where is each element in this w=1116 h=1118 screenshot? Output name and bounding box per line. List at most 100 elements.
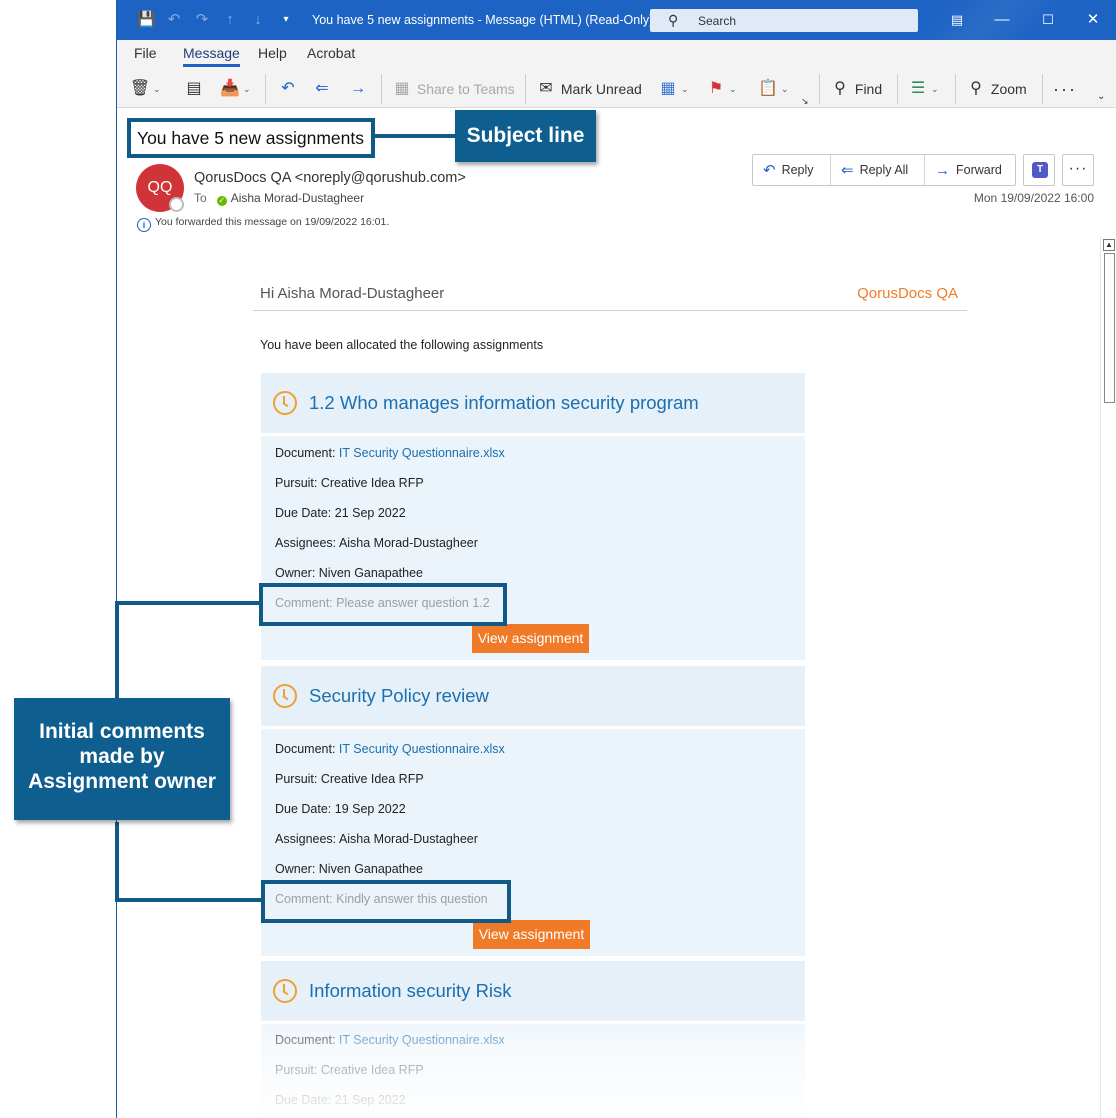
ribbon-display-options-icon[interactable]: ▤ bbox=[947, 10, 967, 30]
previous-item-icon[interactable]: ↑ bbox=[221, 11, 239, 29]
minimize-icon[interactable]: — bbox=[992, 10, 1012, 30]
next-item-icon[interactable]: ↓ bbox=[249, 11, 267, 29]
document-link[interactable]: IT Security Questionnaire.xlsx bbox=[339, 446, 505, 460]
subject-connector-line bbox=[375, 134, 455, 138]
to-label: To bbox=[194, 191, 207, 205]
scroll-thumb[interactable] bbox=[1104, 253, 1115, 403]
comment-connector-top bbox=[115, 601, 259, 605]
forward-info-bar: i You forwarded this message on 19/09/202… bbox=[137, 216, 389, 232]
due-date-label: Due Date: bbox=[275, 802, 335, 816]
tab-acrobat[interactable]: Acrobat bbox=[307, 45, 355, 61]
maximize-icon[interactable]: ☐ bbox=[1038, 10, 1058, 30]
tags-button[interactable]: 📋 ⌄ bbox=[757, 78, 789, 100]
search-box[interactable]: ⚲ Search bbox=[650, 9, 918, 32]
document-field: Document: IT Security Questionnaire.xlsx bbox=[275, 1033, 505, 1047]
reply-ribbon-button[interactable]: ↶ bbox=[277, 78, 299, 100]
ribbon-divider bbox=[955, 74, 956, 104]
document-link[interactable]: IT Security Questionnaire.xlsx bbox=[339, 1033, 505, 1047]
categorize-button[interactable]: ▦ ⌄ bbox=[657, 78, 688, 100]
view-assignment-button[interactable]: View assignment bbox=[473, 920, 590, 949]
owner-label: Owner: bbox=[275, 566, 319, 580]
move-button[interactable]: 📥 ⌄ bbox=[219, 78, 251, 100]
callout-line-1: Initial comments bbox=[39, 720, 205, 743]
share-to-teams-button[interactable]: ▦ Share to Teams bbox=[391, 78, 515, 100]
mark-unread-button[interactable]: ✉ Mark Unread bbox=[535, 78, 642, 100]
collapse-ribbon-icon[interactable]: ⌄ bbox=[1097, 86, 1105, 108]
message-scrollbar[interactable]: ▲ bbox=[1100, 237, 1116, 1118]
reply-button[interactable]: ↶ Reply bbox=[763, 155, 814, 185]
archive-icon: ▤ bbox=[186, 80, 202, 97]
archive-button[interactable]: ▤ bbox=[183, 78, 205, 100]
undo-icon[interactable]: ↶ bbox=[165, 11, 183, 29]
greeting-divider bbox=[253, 310, 967, 311]
delete-button[interactable]: 🗑 ⌄ bbox=[129, 78, 161, 100]
outlook-message-window: 💾 ↶ ↷ ↑ ↓ ▾ You have 5 new assignments -… bbox=[116, 0, 1116, 1118]
document-field: Document: IT Security Questionnaire.xlsx bbox=[275, 742, 505, 756]
recipient-name[interactable]: Aisha Morad-Dustagheer bbox=[231, 191, 364, 205]
reply-all-icon: ⇐ bbox=[315, 80, 329, 97]
reply-all-ribbon-button[interactable]: ⇐ bbox=[311, 78, 333, 100]
clock-icon bbox=[273, 979, 297, 1003]
document-label: Document: bbox=[275, 446, 339, 460]
ribbon-divider bbox=[265, 74, 266, 104]
trash-icon: 🗑 bbox=[129, 80, 151, 97]
assignment-header: Security Policy review bbox=[261, 666, 805, 726]
forward-icon: → bbox=[935, 162, 950, 179]
redo-icon[interactable]: ↷ bbox=[193, 11, 211, 29]
tags-icon: 📋 bbox=[758, 80, 778, 97]
ribbon-divider bbox=[1042, 74, 1043, 104]
view-assignment-button[interactable]: View assignment bbox=[472, 624, 589, 653]
tab-file[interactable]: File bbox=[134, 45, 157, 61]
pursuit-value: Creative Idea RFP bbox=[320, 1063, 424, 1077]
presence-unknown-icon bbox=[169, 197, 184, 212]
close-icon[interactable]: ✕ bbox=[1083, 10, 1103, 30]
share-to-teams-label: Share to Teams bbox=[416, 81, 515, 97]
ribbon: 🗑 ⌄ ▤ 📥 ⌄ ↶ ⇐ → ▦ Share to Teams ✉ Mark Un… bbox=[117, 68, 1116, 108]
zoom-button[interactable]: ⚲ Zoom bbox=[965, 78, 1027, 100]
reply-all-button[interactable]: ⇐ Reply All bbox=[830, 155, 908, 185]
assignment-title: Information security Risk bbox=[309, 980, 512, 1001]
due-date-label: Due Date: bbox=[275, 1093, 335, 1107]
comment-connector-vertical-bottom bbox=[115, 822, 119, 902]
envelope-icon: ✉ bbox=[539, 80, 553, 97]
save-icon[interactable]: 💾 bbox=[137, 11, 156, 29]
ribbon-divider bbox=[381, 74, 382, 104]
document-link[interactable]: IT Security Questionnaire.xlsx bbox=[339, 742, 505, 756]
tab-help[interactable]: Help bbox=[258, 45, 287, 61]
reply-label: Reply bbox=[781, 163, 814, 177]
forward-label: Forward bbox=[956, 163, 1002, 177]
clock-icon bbox=[273, 391, 297, 415]
dialog-launcher-icon[interactable]: ↘ bbox=[801, 90, 809, 112]
callout-line-3: Assignment owner bbox=[28, 770, 216, 793]
translate-button[interactable]: ☰ ⌄ bbox=[907, 78, 939, 100]
forward-info-text: You forwarded this message on 19/09/2022… bbox=[155, 216, 390, 228]
search-icon: ⚲ bbox=[668, 12, 679, 28]
document-label: Document: bbox=[275, 742, 339, 756]
due-date-field: Due Date: 19 Sep 2022 bbox=[275, 802, 406, 816]
reply-icon: ↶ bbox=[763, 162, 776, 179]
tab-message[interactable]: Message bbox=[183, 45, 240, 67]
forward-button[interactable]: → Forward bbox=[924, 155, 1002, 185]
reply-all-icon: ⇐ bbox=[841, 162, 854, 179]
subject-line-callout: Subject line bbox=[455, 110, 596, 162]
brand-name: QorusDocs QA bbox=[857, 285, 958, 302]
categorize-icon: ▦ bbox=[660, 80, 676, 97]
teams-chat-button[interactable]: T bbox=[1023, 154, 1055, 186]
more-actions-button[interactable]: ··· bbox=[1062, 154, 1094, 186]
mark-unread-label: Mark Unread bbox=[560, 81, 642, 97]
sender-name[interactable]: QorusDocs QA <noreply@qorushub.com> bbox=[194, 170, 466, 186]
owner-field: Owner: Niven Ganapathee bbox=[275, 566, 423, 580]
find-button[interactable]: ⚲ Find bbox=[829, 78, 882, 100]
pursuit-field: Pursuit: Creative Idea RFP bbox=[275, 476, 424, 490]
received-datetime: Mon 19/09/2022 16:00 bbox=[973, 191, 1094, 205]
scroll-up-icon[interactable]: ▲ bbox=[1103, 239, 1115, 251]
chevron-down-icon: ⌄ bbox=[153, 84, 161, 94]
comment-connector-vertical-top bbox=[115, 601, 119, 698]
more-commands-icon[interactable]: ··· bbox=[1053, 78, 1077, 100]
pursuit-value: Creative Idea RFP bbox=[320, 772, 424, 786]
follow-up-button[interactable]: ⚑ ⌄ bbox=[705, 78, 737, 100]
forward-ribbon-button[interactable]: → bbox=[347, 78, 369, 100]
document-field: Document: IT Security Questionnaire.xlsx bbox=[275, 446, 505, 460]
greeting: Hi Aisha Morad-Dustagheer bbox=[260, 285, 445, 302]
customize-toolbar-icon[interactable]: ▾ bbox=[277, 11, 295, 29]
